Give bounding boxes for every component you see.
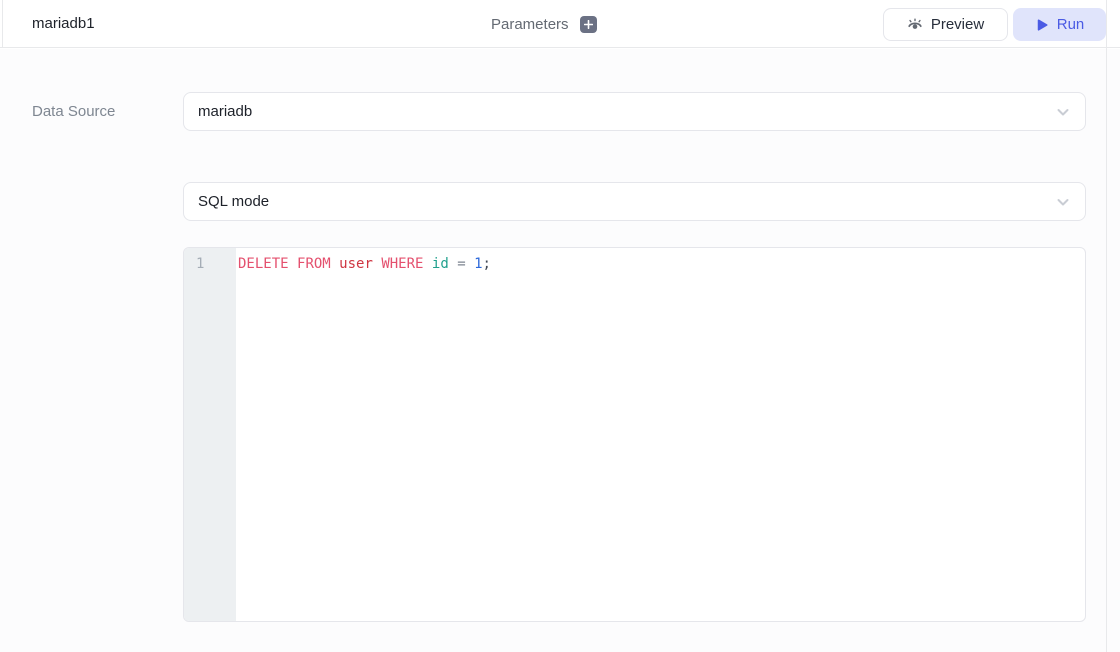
add-parameter-button[interactable] bbox=[579, 15, 597, 33]
line-number: 1 bbox=[196, 256, 205, 272]
chevron-down-icon bbox=[1053, 192, 1073, 212]
panel-right-divider bbox=[1106, 0, 1107, 652]
data-source-select-value: mariadb bbox=[198, 103, 253, 120]
mode-select[interactable]: SQL mode bbox=[183, 182, 1086, 221]
data-source-select[interactable]: mariadb bbox=[183, 92, 1086, 131]
run-button[interactable]: Run bbox=[1013, 8, 1106, 41]
run-button-label: Run bbox=[1056, 16, 1085, 33]
panel-divider bbox=[2, 0, 3, 48]
parameters-group: Parameters bbox=[491, 0, 597, 48]
query-title[interactable]: mariadb1 bbox=[32, 0, 95, 48]
header-bar: mariadb1 Parameters Preview Run bbox=[0, 0, 1120, 48]
parameters-label: Parameters bbox=[491, 15, 569, 33]
play-icon bbox=[1035, 18, 1049, 32]
preview-button-label: Preview bbox=[930, 16, 985, 33]
code-line: DELETE FROM user WHERE id = 1; bbox=[238, 256, 491, 272]
mode-select-value: SQL mode bbox=[198, 193, 270, 210]
data-source-label: Data Source bbox=[32, 103, 116, 120]
eye-icon bbox=[907, 17, 923, 33]
header-actions: Preview Run bbox=[883, 8, 1106, 41]
query-config-panel: Data Source mariadb SQL mode 1 DELETE FR… bbox=[0, 49, 1120, 652]
plus-icon bbox=[583, 17, 593, 32]
preview-button[interactable]: Preview bbox=[883, 8, 1008, 41]
editor-gutter: 1 bbox=[184, 248, 236, 621]
sql-code-editor: 1 DELETE FROM user WHERE id = 1; bbox=[183, 247, 1086, 622]
code-input-area[interactable]: DELETE FROM user WHERE id = 1; bbox=[236, 248, 1085, 621]
chevron-down-icon bbox=[1053, 102, 1073, 122]
